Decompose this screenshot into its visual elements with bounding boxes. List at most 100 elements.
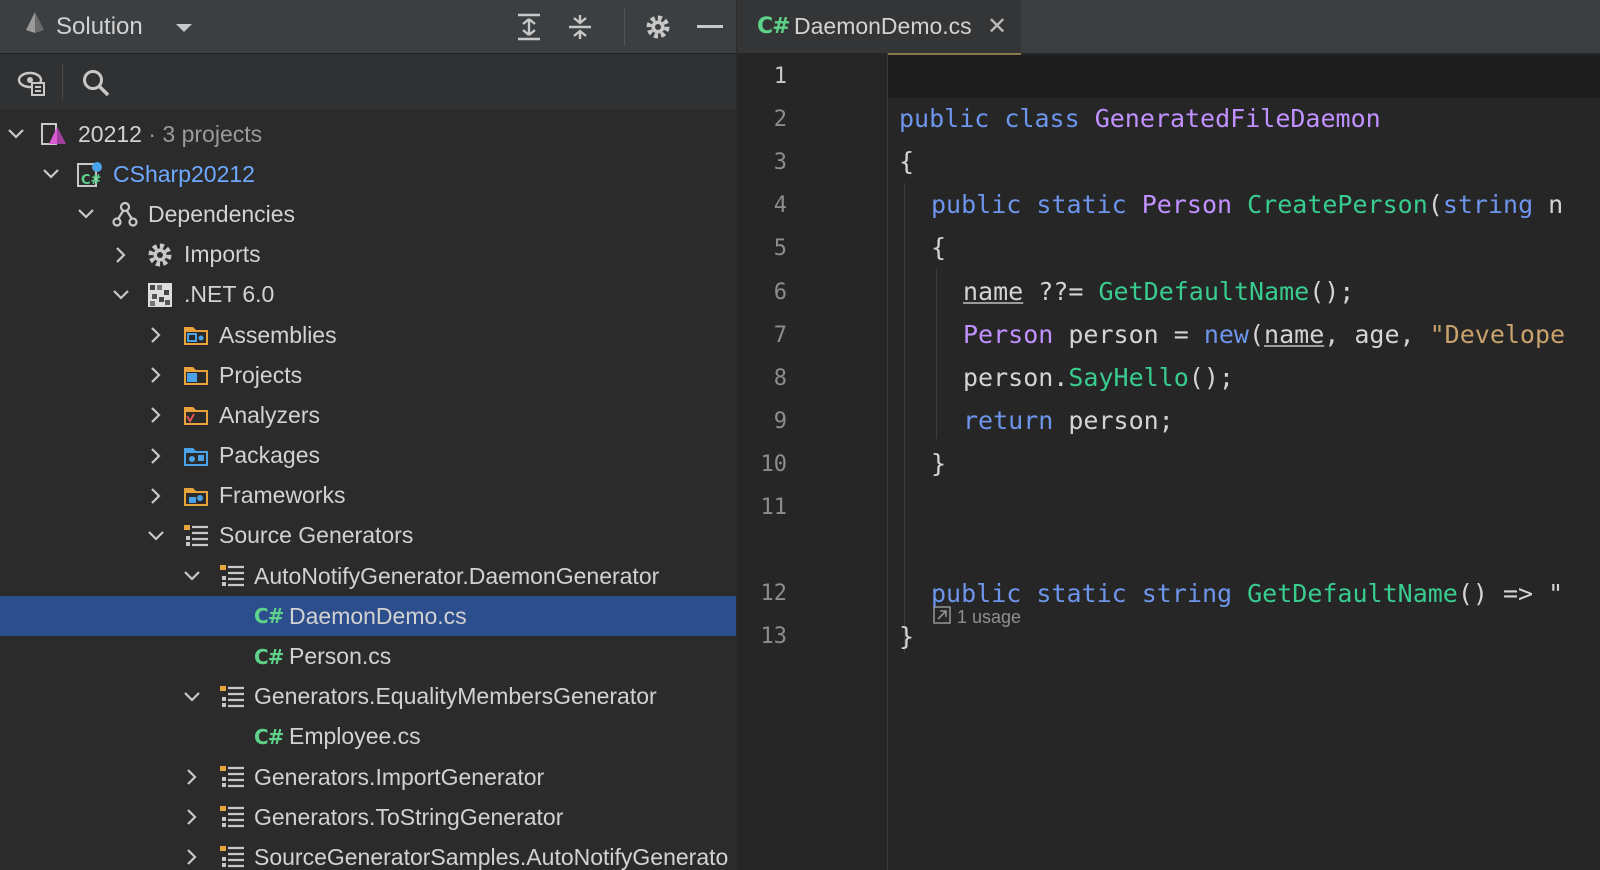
search-icon[interactable]	[78, 65, 114, 101]
chevron-down-icon[interactable]	[182, 566, 202, 586]
tree-row-dependencies[interactable]: Dependencies	[0, 194, 736, 234]
token: name	[1264, 320, 1325, 349]
tree-row-analyzers[interactable]: Analyzers	[0, 395, 736, 435]
toolbar2-separator	[62, 64, 63, 100]
csharp-file-icon: C#	[757, 14, 791, 39]
chevron-right-icon[interactable]	[146, 365, 166, 385]
code-line-2: public class GeneratedFileDaemon	[899, 104, 1381, 133]
framework-icon	[146, 281, 174, 309]
code-line-10: }	[931, 449, 946, 478]
code-line-12: public static string GetDefaultName() =>…	[931, 579, 1563, 608]
line-number-gutter: 1 2 3 4 5 6 7 8 9 10 11 12 13	[737, 53, 887, 870]
source-generator-icon	[218, 562, 246, 590]
minimize-icon[interactable]	[693, 10, 727, 44]
tree-row-generator[interactable]: Generators.EqualityMembersGenerator	[0, 677, 736, 717]
tree-row-assemblies[interactable]: Assemblies	[0, 315, 736, 355]
tree-row-imports[interactable]: Imports	[0, 235, 736, 275]
chevron-down-icon[interactable]	[111, 285, 131, 305]
editor-tab-daemondemo[interactable]: C# DaemonDemo.cs ✕	[737, 0, 1021, 57]
tree-row-project[interactable]: C# CSharp20212	[0, 154, 736, 194]
chevron-right-icon[interactable]	[146, 405, 166, 425]
chevron-right-icon[interactable]	[182, 847, 202, 867]
code-line-5: {	[931, 233, 946, 262]
editor-tabstrip: C# DaemonDemo.cs ✕	[737, 0, 1600, 57]
line-number: 11	[760, 495, 788, 520]
expand-all-icon[interactable]	[512, 10, 546, 44]
projects-folder-icon	[182, 361, 210, 389]
line-number: 8	[773, 366, 787, 391]
token: public	[931, 190, 1022, 219]
tree-row-net[interactable]: .NET 6.0	[0, 275, 736, 315]
token: GetDefaultName	[1098, 277, 1310, 306]
token: person.	[963, 363, 1069, 392]
line-number: 13	[760, 624, 788, 649]
code-area[interactable]: public class GeneratedFileDaemon { publi…	[899, 53, 1599, 870]
chevron-down-icon[interactable]	[146, 526, 166, 546]
solution-title: Solution	[56, 12, 143, 40]
track-active-file-icon[interactable]	[14, 65, 50, 101]
tree-row-source-generators[interactable]: Source Generators	[0, 516, 736, 556]
solution-file-icon	[40, 120, 68, 148]
token: () => "	[1457, 579, 1564, 608]
code-line-13: }	[899, 622, 914, 651]
analyzers-folder-icon	[182, 401, 210, 429]
solution-name: 20212	[78, 120, 142, 147]
token: n	[1533, 190, 1564, 219]
tree-label: Person.cs	[289, 643, 392, 670]
project-name: CSharp20212	[113, 160, 255, 187]
csharp-file-icon: C#	[254, 604, 284, 629]
chevron-down-icon[interactable]	[182, 687, 202, 707]
token: GetDefaultName	[1247, 579, 1458, 608]
tree-label: Generators.EqualityMembersGenerator	[254, 683, 657, 710]
tree-row-generator[interactable]: SourceGeneratorSamples.AutoNotifyGenerat…	[0, 837, 736, 870]
close-icon[interactable]: ✕	[987, 12, 1007, 41]
svg-text:C#: C#	[81, 173, 102, 188]
line-number: 9	[773, 409, 787, 434]
tree-row-file[interactable]: C# Person.cs	[0, 636, 736, 676]
token: }	[899, 622, 915, 651]
tree-row-solution[interactable]: 20212 · 3 projects	[0, 114, 736, 154]
chevron-right-icon[interactable]	[146, 486, 166, 506]
indent-guide	[904, 183, 905, 653]
token: string	[1442, 190, 1534, 219]
chevron-right-icon[interactable]	[146, 325, 166, 345]
line-number: 4	[773, 193, 787, 218]
tree-label: Generators.ImportGenerator	[254, 763, 545, 790]
chevron-down-icon[interactable]	[41, 164, 61, 184]
chevron-right-icon[interactable]	[146, 446, 166, 466]
solution-icon	[24, 11, 46, 42]
line-number: 1	[773, 64, 787, 89]
token: ();	[1309, 277, 1355, 306]
chevron-right-icon[interactable]	[111, 245, 131, 265]
collapse-all-icon[interactable]	[563, 10, 597, 44]
gear-icon[interactable]	[641, 10, 675, 44]
solution-project-count: · 3 projects	[148, 120, 263, 147]
chevron-right-icon[interactable]	[182, 767, 202, 787]
token: return	[963, 406, 1054, 435]
tree-row-frameworks[interactable]: Frameworks	[0, 476, 736, 516]
tree-row-generator[interactable]: Generators.ImportGenerator	[0, 757, 736, 797]
tree-row-generator[interactable]: AutoNotifyGenerator.DaemonGenerator	[0, 556, 736, 596]
tree-row-projects[interactable]: Projects	[0, 355, 736, 395]
solution-selector[interactable]: Solution	[24, 0, 193, 53]
token: GeneratedFileDaemon	[1094, 104, 1381, 133]
solution-toolbar	[0, 54, 736, 109]
chevron-down-icon[interactable]	[6, 124, 26, 144]
token: "Develope	[1429, 320, 1566, 349]
line-number: 12	[760, 581, 788, 606]
tree-label: Projects	[219, 361, 303, 388]
chevron-down-icon[interactable]	[76, 204, 96, 224]
tree-label: Packages	[219, 442, 321, 469]
tree-row-generator[interactable]: Generators.ToStringGenerator	[0, 797, 736, 837]
tree-row-file-selected[interactable]: C# DaemonDemo.cs	[0, 596, 736, 637]
tree-row-file[interactable]: C# Employee.cs	[0, 717, 736, 757]
token: Person	[1141, 190, 1233, 219]
tree-row-packages[interactable]: Packages	[0, 436, 736, 476]
tree-label: Frameworks	[219, 482, 346, 509]
code-line-8: person.SayHello();	[963, 363, 1234, 392]
line-number: 7	[773, 323, 787, 348]
usage-hint[interactable]: 1 usage	[933, 606, 1021, 629]
packages-folder-icon	[182, 442, 210, 470]
chevron-right-icon[interactable]	[182, 807, 202, 827]
caret-down-icon[interactable]	[175, 13, 193, 41]
